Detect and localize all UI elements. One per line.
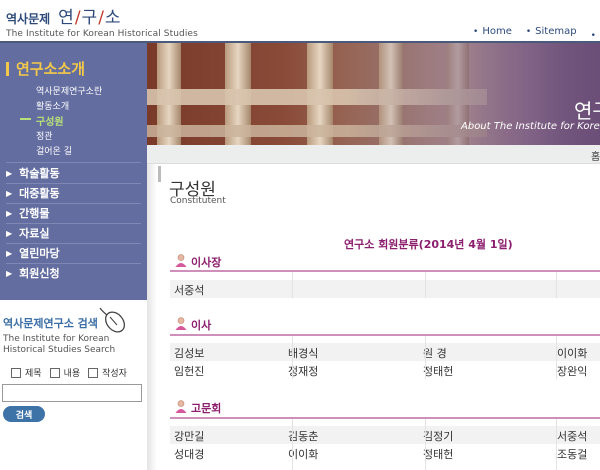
bullet-icon (6, 61, 9, 76)
checkbox-author[interactable] (88, 367, 99, 378)
column-divider (425, 419, 426, 470)
checkbox-content[interactable] (49, 367, 60, 378)
member-name: 정태헌 (423, 448, 454, 461)
sidebar-divider (6, 162, 141, 163)
sidebar-subitem-activities[interactable]: 활동소개 (36, 99, 69, 112)
breadcrumb[interactable]: 홈 > 연 (591, 148, 600, 163)
section-header-chairman: 이사장 (175, 254, 221, 270)
page-subtitle: Constitutent (170, 196, 226, 206)
banner-title: 연구 (574, 99, 600, 123)
sidebar-item-public[interactable]: ▶ 대중활동 (6, 185, 141, 201)
sidebar-subitem-bylaws[interactable]: 정관 (36, 129, 53, 142)
logo-main-text: 연/구/소 (58, 8, 122, 28)
member-name: 원 경 (423, 347, 447, 360)
triangle-right-icon: ▶ (6, 208, 13, 218)
sidebar-divider (6, 203, 141, 204)
option-author[interactable]: 작성자 (88, 366, 127, 379)
title-marker (158, 166, 161, 182)
search-subtitle: The Institute for Korean Historical Stud… (3, 334, 116, 355)
org-classification-title: 연구소 회원분류(2014년 4월 1일) (344, 238, 513, 251)
table-row: 김성보 배경식 원 경 이이화 (170, 343, 600, 361)
sidebar-item-membership[interactable]: ▶ 회원신청 (6, 265, 141, 281)
option-content[interactable]: 내용 (49, 366, 80, 379)
search-panel: 역사문제연구소 검색 The Institute for Korean Hist… (0, 300, 147, 470)
sidebar-divider (6, 243, 141, 244)
sidebar-divider (6, 263, 141, 264)
person-icon (175, 317, 187, 333)
table-row: 서중석 (170, 280, 600, 298)
logo-english-text: The Institute for Korean Historical Stud… (6, 29, 198, 39)
member-name: 장완익 (557, 365, 588, 378)
top-nav: Home Sitemap 알림 (473, 26, 600, 41)
nav-notice-link[interactable]: 알림 (591, 26, 600, 41)
banner-image: 연구 About The Institute for Korean (147, 43, 600, 145)
sidebar-subitem-members[interactable]: 구성원 (20, 113, 64, 128)
person-icon (175, 254, 187, 270)
sidebar-divider (6, 223, 141, 224)
sidebar-subitem-about[interactable]: 역사문제연구소란 (36, 84, 102, 97)
member-name: 이이화 (557, 347, 588, 360)
section-header-advisors: 고문회 (175, 400, 221, 416)
column-divider (425, 336, 426, 379)
sidebar-section-title[interactable]: 연구소소개 (6, 58, 85, 79)
sidebar-item-academic[interactable]: ▶ 학술활동 (6, 165, 141, 181)
member-name: 정태헌 (423, 365, 454, 378)
header: 역사문제 연/구/소 The Institute for Korean Hist… (0, 0, 600, 43)
logo-small-text: 역사문제 (6, 12, 51, 26)
triangle-right-icon: ▶ (6, 248, 13, 258)
nav-sitemap-link[interactable]: Sitemap (526, 26, 576, 41)
column-divider (425, 272, 426, 298)
section-divider (170, 417, 600, 419)
member-name: 김정기 (423, 430, 454, 443)
sidebar-subitem-history[interactable]: 걸어온 길 (36, 144, 72, 157)
sidebar-divider (6, 183, 141, 184)
table-row: 성대경 이이화 정태헌 조동걸 (170, 444, 600, 462)
search-options: 제목 내용 작성자 (11, 366, 135, 379)
site-logo[interactable]: 역사문제 연/구/소 The Institute for Korean Hist… (6, 3, 198, 39)
checkbox-title[interactable] (11, 367, 21, 378)
sidebar: 연구소소개 역사문제연구소란 활동소개 구성원 정관 걸어온 길 ▶ 학술활동 ▶… (0, 43, 147, 300)
person-icon (175, 400, 187, 416)
search-button[interactable]: 검색 (3, 406, 45, 422)
column-divider (556, 336, 557, 379)
search-input[interactable] (2, 384, 142, 402)
column-divider (292, 272, 293, 298)
option-title[interactable]: 제목 (11, 366, 42, 379)
section-divider (170, 334, 600, 336)
triangle-right-icon: ▶ (6, 268, 13, 278)
breadcrumb-bar: 홈 > 연 (147, 145, 600, 164)
nav-home-link[interactable]: Home (473, 26, 512, 41)
member-name: 임헌진 (174, 365, 205, 378)
column-divider (556, 419, 557, 470)
member-name: 강만길 (174, 430, 205, 443)
content-edge-shadow (147, 164, 157, 470)
member-name: 성대경 (174, 448, 205, 461)
sidebar-item-forum[interactable]: ▶ 열린마당 (6, 245, 141, 261)
column-divider (292, 336, 293, 379)
table-row: 강만길 김동춘 김정기 서중석 (170, 426, 600, 444)
member-name: 서중석 (174, 284, 205, 297)
column-divider (292, 419, 293, 470)
member-name: 조동걸 (557, 448, 588, 461)
triangle-right-icon: ▶ (6, 168, 13, 178)
banner-subtitle: About The Institute for Korean (461, 121, 600, 132)
section-header-directors: 이사 (175, 317, 211, 333)
member-name: 김성보 (174, 347, 205, 360)
sidebar-item-publications[interactable]: ▶ 간행물 (6, 205, 141, 221)
triangle-right-icon: ▶ (6, 188, 13, 198)
search-title: 역사문제연구소 검색 (3, 317, 98, 330)
sidebar-item-archive[interactable]: ▶ 자료실 (6, 225, 141, 241)
table-row: 임헌진 정재정 정태헌 장완익 (170, 361, 600, 379)
column-divider (556, 272, 557, 298)
member-name: 서중석 (557, 430, 588, 443)
triangle-right-icon: ▶ (6, 228, 13, 238)
